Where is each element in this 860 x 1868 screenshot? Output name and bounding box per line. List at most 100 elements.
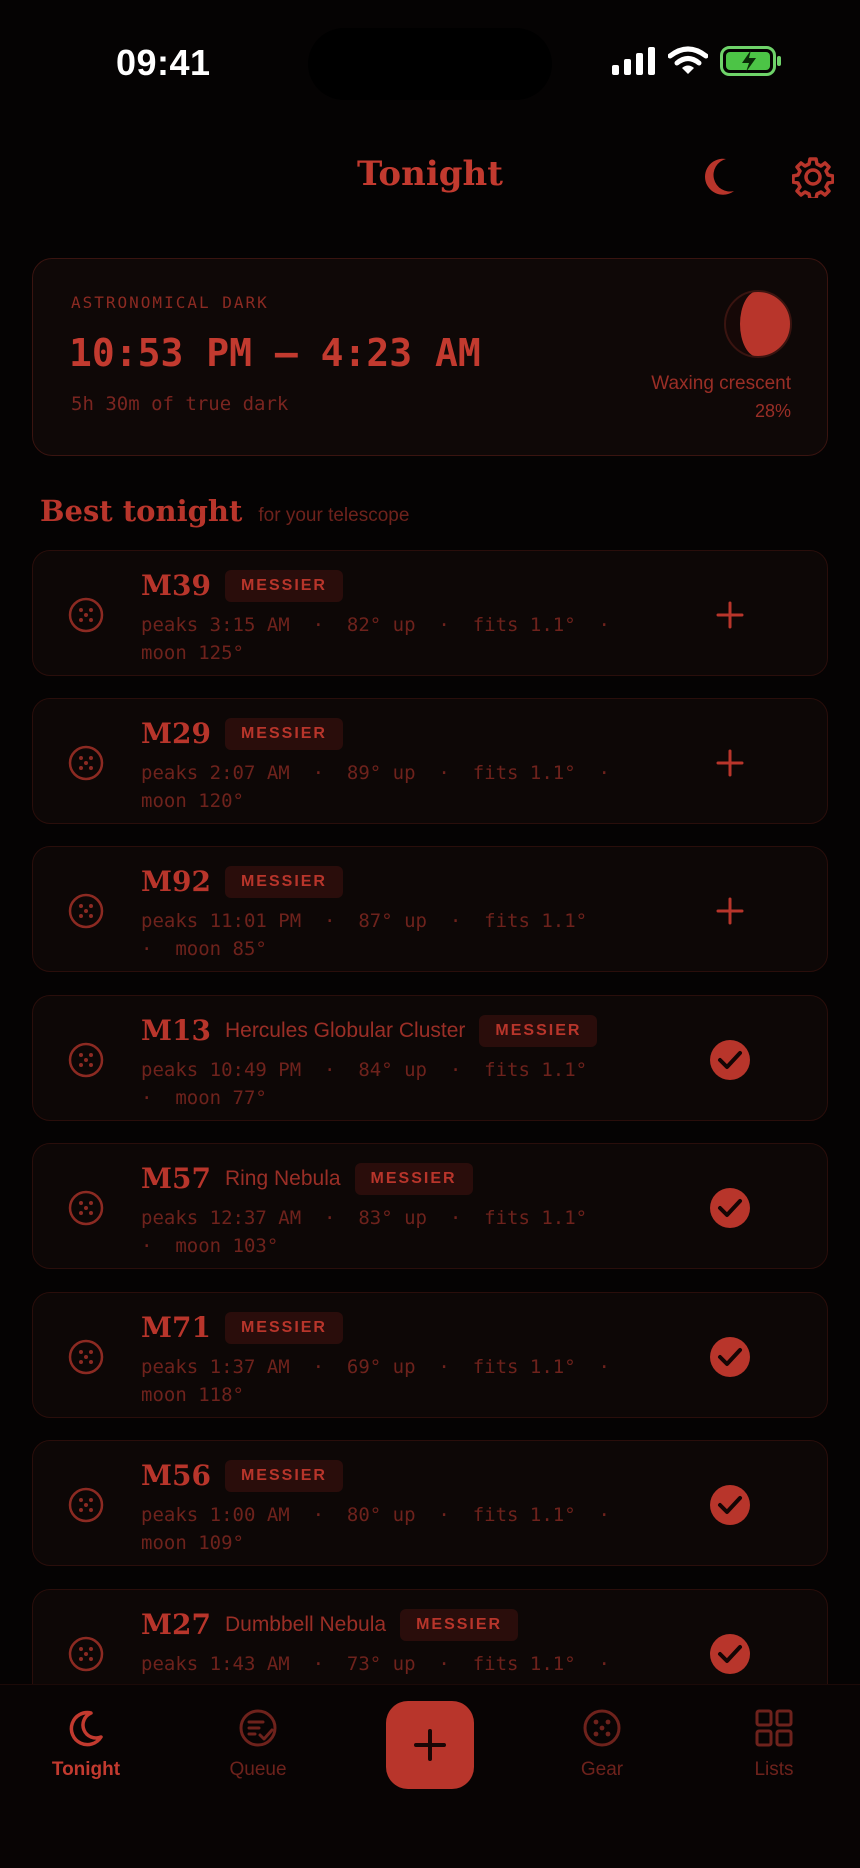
status-bar: 09:41: [0, 0, 860, 130]
check-circle-icon: [710, 1040, 750, 1080]
object-code: M39: [141, 569, 211, 602]
gear-dots-icon: [583, 1709, 621, 1747]
moon-illumination: 28%: [754, 401, 791, 421]
queued-check-button[interactable]: [709, 1187, 751, 1229]
tab-label: Tonight: [51, 1759, 121, 1780]
dark-time-range: 10:53 PM – 4:23 AM: [69, 331, 481, 375]
object-common-name: Hercules Globular Cluster: [224, 1018, 466, 1042]
target-icon: [68, 1339, 104, 1375]
item-title-row: M57 Ring Nebula MESSIER: [141, 1162, 473, 1195]
check-circle-icon: [710, 1337, 750, 1377]
tab-gear[interactable]: Gear: [532, 1707, 672, 1781]
queued-check-button[interactable]: [709, 1484, 751, 1526]
queued-check-button[interactable]: [709, 1633, 751, 1675]
queued-check-button[interactable]: [709, 1039, 751, 1081]
object-meta: peaks 2:07 AM · 89° up · fits 1.1° · moo…: [141, 762, 610, 812]
list-item[interactable]: M56 MESSIER peaks 1:00 AM · 80° up · fits …: [32, 1440, 828, 1566]
catalog-badge: MESSIER: [224, 1311, 343, 1344]
target-icon: [68, 745, 104, 781]
list-item[interactable]: M29 MESSIER peaks 2:07 AM · 89° up · fits …: [32, 698, 828, 824]
tab-queue[interactable]: Queue: [188, 1707, 328, 1781]
list-item[interactable]: M39 MESSIER peaks 3:15 AM · 82° up · fits …: [32, 550, 828, 676]
check-circle-icon: [710, 1634, 750, 1674]
target-icon: [68, 1190, 104, 1226]
target-icon: [68, 597, 104, 633]
item-title-row: M92 MESSIER: [141, 865, 343, 898]
object-meta: peaks 1:43 AM · 73° up · fits 1.1° ·: [141, 1653, 610, 1675]
object-common-name: Ring Nebula: [224, 1166, 341, 1190]
check-circle-icon: [710, 1188, 750, 1228]
list-item[interactable]: M57 Ring Nebula MESSIER peaks 12:37 AM · 83…: [32, 1143, 828, 1269]
tab-lists[interactable]: Lists: [704, 1707, 844, 1781]
object-code: M29: [141, 717, 211, 750]
object-code: M13: [141, 1014, 211, 1047]
tab-label: Gear: [580, 1759, 624, 1780]
object-common-name: Dumbbell Nebula: [224, 1612, 387, 1636]
night-mode-button[interactable]: [694, 152, 744, 202]
item-title-row: M39 MESSIER: [141, 569, 343, 602]
item-title-row: M27 Dumbbell Nebula MESSIER: [141, 1608, 519, 1641]
queued-check-button[interactable]: [709, 1336, 751, 1378]
item-title-row: M29 MESSIER: [141, 717, 343, 750]
moon-phase-label: Waxing crescent: [651, 373, 791, 394]
plus-icon: [716, 749, 744, 777]
astronomical-dark-card: ASTRONOMICAL DARK 10:53 PM – 4:23 AM 5h …: [32, 258, 828, 456]
catalog-badge: MESSIER: [479, 1014, 598, 1047]
item-title-row: M71 MESSIER: [141, 1311, 343, 1344]
catalog-badge: MESSIER: [224, 865, 343, 898]
target-icon: [68, 893, 104, 929]
object-code: M71: [141, 1311, 211, 1344]
list-item[interactable]: M92 MESSIER peaks 11:01 PM · 87° up · fits…: [32, 846, 828, 972]
object-meta: peaks 1:00 AM · 80° up · fits 1.1° · moo…: [141, 1504, 610, 1554]
add-to-queue-button[interactable]: [709, 890, 751, 932]
battery-icon: [720, 46, 781, 76]
catalog-badge: MESSIER: [354, 1162, 473, 1195]
tab-label: Lists: [754, 1759, 794, 1780]
item-title-row: M56 MESSIER: [141, 1459, 343, 1492]
gear-icon: [792, 157, 834, 198]
target-icon: [68, 1042, 104, 1078]
plus-icon: [716, 897, 744, 925]
object-code: M92: [141, 865, 211, 898]
object-meta: peaks 10:49 PM · 84° up · fits 1.1° · mo…: [141, 1059, 588, 1109]
object-meta: peaks 11:01 PM · 87° up · fits 1.1° · mo…: [141, 910, 588, 960]
add-button[interactable]: [386, 1701, 474, 1789]
status-time: 09:41: [116, 42, 211, 83]
list-item[interactable]: M13 Hercules Globular Cluster MESSIER peaks…: [32, 995, 828, 1121]
target-icon: [68, 1636, 104, 1672]
object-code: M57: [141, 1162, 211, 1195]
add-to-queue-button[interactable]: [709, 594, 751, 636]
check-circle-icon: [710, 1485, 750, 1525]
target-list[interactable]: M39 MESSIER peaks 3:15 AM · 82° up · fits …: [32, 550, 828, 1685]
target-icon: [68, 1487, 104, 1523]
plus-icon: [414, 1729, 446, 1761]
object-meta: peaks 1:37 AM · 69° up · fits 1.1° · moo…: [141, 1356, 610, 1406]
settings-button[interactable]: [788, 152, 838, 202]
tab-bar: Tonight Queue Gear Lists: [0, 1684, 860, 1868]
tab-label: Queue: [229, 1759, 287, 1780]
list-item[interactable]: M27 Dumbbell Nebula MESSIER peaks 1:43 AM ·…: [32, 1589, 828, 1685]
catalog-badge: MESSIER: [224, 1459, 343, 1492]
list-item[interactable]: M71 MESSIER peaks 1:37 AM · 69° up · fits …: [32, 1292, 828, 1418]
moon-icon: [69, 1710, 103, 1747]
object-meta: peaks 12:37 AM · 83° up · fits 1.1° · mo…: [141, 1207, 588, 1257]
grid-icon: [755, 1709, 793, 1747]
item-title-row: M13 Hercules Globular Cluster MESSIER: [141, 1014, 598, 1047]
object-code: M56: [141, 1459, 211, 1492]
add-to-queue-button[interactable]: [709, 742, 751, 784]
wifi-icon: [668, 46, 708, 74]
object-meta: peaks 3:15 AM · 82° up · fits 1.1° · moo…: [141, 614, 610, 664]
section-title: Best tonight: [40, 494, 243, 528]
moon-icon: [705, 158, 734, 195]
status-icons: [612, 46, 782, 76]
tab-tonight[interactable]: Tonight: [16, 1707, 156, 1781]
section-heading: Best tonight for your telescope: [40, 494, 409, 528]
moon-phase-icon: [724, 290, 792, 358]
header: Tonight: [0, 140, 860, 220]
dark-label: ASTRONOMICAL DARK: [71, 293, 269, 312]
object-code: M27: [141, 1608, 211, 1641]
queue-check-icon: [239, 1709, 277, 1747]
section-subtitle: for your telescope: [258, 505, 410, 526]
catalog-badge: MESSIER: [400, 1608, 519, 1641]
dark-duration: 5h 30m of true dark: [71, 393, 289, 415]
